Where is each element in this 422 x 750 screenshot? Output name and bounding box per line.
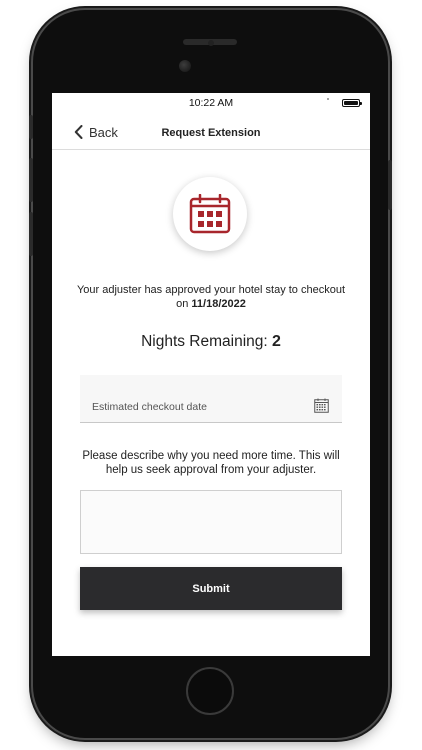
calendar-icon [189,194,231,234]
battery-icon [342,99,362,107]
volume-up-button [29,158,33,202]
mute-switch [29,115,33,139]
home-button[interactable] [186,667,234,715]
nights-count: 2 [272,333,281,350]
approval-message: Your adjuster has approved your hotel st… [72,283,350,311]
front-camera [179,60,191,72]
nights-label: Nights Remaining: [141,333,273,350]
status-time: 10:22 AM [188,97,234,109]
checkout-date: 11/18/2022 [191,298,246,310]
volume-down-button [29,212,33,256]
navigation-bar: Back Request Extension [52,113,370,150]
calendar-grid-icon[interactable] [314,398,329,413]
submit-button[interactable]: Submit [80,567,342,610]
power-button [388,160,392,210]
status-dot [327,98,329,100]
describe-prompt: Please describe why you need more time. … [82,450,340,476]
app-screen: 10:22 AM Back Request Extension Your adj… [52,93,370,656]
nights-remaining: Nights Remaining: 2 [52,333,370,351]
calendar-badge [173,177,247,251]
sensor [208,40,214,46]
reason-textarea[interactable] [80,490,342,554]
page-title: Request Extension [161,127,261,139]
status-bar: 10:22 AM [52,93,370,113]
checkout-date-field[interactable]: Estimated checkout date [80,375,342,423]
checkout-date-placeholder: Estimated checkout date [92,401,207,413]
